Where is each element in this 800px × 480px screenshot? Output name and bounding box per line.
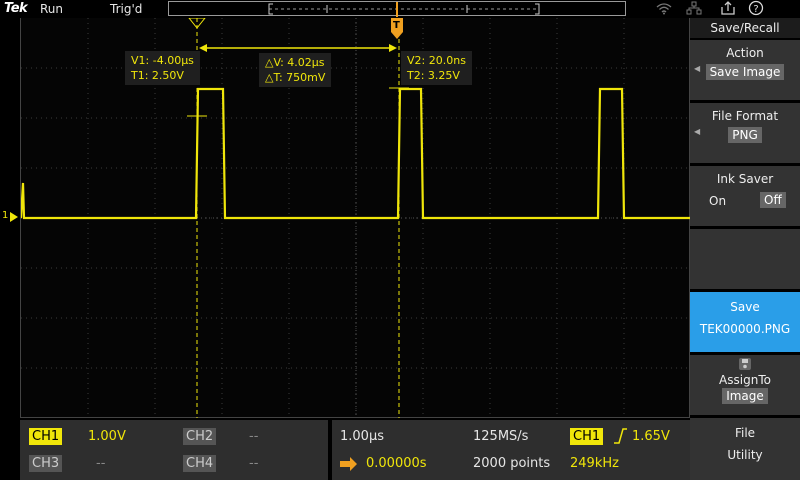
chevron-left-icon: ◀: [694, 64, 701, 73]
ink-saver-on[interactable]: On: [709, 194, 726, 208]
file-format-label: File Format: [711, 109, 779, 123]
svg-text:?: ?: [753, 4, 758, 15]
action-label: Action: [726, 46, 764, 60]
ch3-button[interactable]: CH3: [29, 455, 63, 472]
horizontal-position: 0.00000s: [366, 456, 427, 471]
timebase-scale: 1.00µs: [340, 429, 384, 444]
top-status-bar: Tek Run Trig'd: [0, 0, 690, 18]
save-label: Save: [730, 300, 760, 314]
ch2-scale: --: [249, 429, 259, 444]
empty-menu-slot: [690, 229, 800, 289]
save-filename: TEK00000.PNG: [699, 322, 791, 336]
trigger-position-marker[interactable]: T: [390, 18, 404, 40]
delta-t: △T: 750mV: [265, 71, 326, 84]
delta-arrow-right-head: [389, 44, 397, 52]
delta-arrow-left-head: [199, 44, 207, 52]
ch3-scale: --: [96, 456, 106, 471]
file-format-menu-button[interactable]: ◀ File Format PNG: [690, 103, 800, 163]
network-icon: [686, 1, 702, 18]
save-button[interactable]: Save TEK00000.PNG: [690, 292, 800, 352]
ink-saver-menu-button[interactable]: Ink Saver On Off: [690, 166, 800, 226]
action-menu-button[interactable]: ◀ Action Save Image: [690, 40, 800, 100]
trigger-frequency: 249kHz: [570, 456, 619, 471]
cursor2-horizontal: T2: 3.25V: [407, 69, 460, 82]
chevron-left-icon: ◀: [694, 127, 701, 136]
save-disk-icon: [690, 357, 800, 373]
ch4-button[interactable]: CH4: [183, 455, 217, 472]
bottom-status-bar: CH1 1.00V CH2 -- CH3 -- CH4 -- 1.00µs 12…: [20, 420, 690, 480]
file-format-value: PNG: [728, 127, 762, 143]
ch2-button[interactable]: CH2: [183, 428, 217, 445]
utility-label: Utility: [727, 448, 763, 462]
record-length: 2000 points: [473, 456, 551, 471]
cursor1-vertical: V1: -4.00µs: [131, 54, 194, 67]
sample-rate: 125MS/s: [473, 429, 529, 444]
ch1-button[interactable]: CH1: [29, 428, 63, 445]
file-utility-menu-button[interactable]: File Utility: [690, 418, 800, 480]
cursor2-vertical: V2: 20.0ns: [407, 54, 466, 67]
trigger-source[interactable]: CH1: [570, 428, 604, 445]
record-view[interactable]: [168, 1, 626, 17]
wifi-icon: [656, 1, 672, 18]
horizontal-position-arrow-icon: [340, 456, 358, 475]
delta-readout: △V: 4.02µs △T: 750mV: [259, 53, 332, 87]
help-icon[interactable]: ?: [748, 0, 764, 19]
timebase-panel[interactable]: 1.00µs 125MS/s 0.00000s 2000 points CH1 …: [332, 420, 690, 480]
assign-to-menu-button[interactable]: AssignTo Image: [690, 355, 800, 415]
side-menu-title: Save/Recall: [690, 18, 800, 38]
tek-logo: Tek: [4, 1, 28, 16]
cursor2-readout: V2: 20.0ns T2: 3.25V: [401, 51, 472, 85]
rising-edge-icon: [612, 427, 628, 449]
ink-saver-off[interactable]: Off: [760, 192, 786, 208]
action-value: Save Image: [705, 64, 785, 80]
ch4-scale: --: [249, 456, 259, 471]
ch1-scale: 1.00V: [88, 429, 126, 444]
channel-panel: CH1 1.00V CH2 -- CH3 -- CH4 --: [20, 420, 328, 480]
ink-saver-label: Ink Saver: [716, 172, 774, 186]
assign-to-label: AssignTo: [719, 373, 771, 387]
channel-1-ground-marker[interactable]: 1: [0, 210, 20, 224]
cursor1-readout: V1: -4.00µs T1: 2.50V: [125, 51, 200, 85]
assign-to-value: Image: [722, 388, 768, 404]
cursor1-horizontal: T1: 2.50V: [131, 69, 184, 82]
status-icons: ?: [650, 0, 790, 18]
run-state[interactable]: Run: [40, 2, 63, 16]
file-label: File: [734, 426, 756, 440]
delta-v: △V: 4.02µs: [265, 56, 325, 69]
trigger-level: 1.65V: [632, 429, 670, 444]
trigger-state: Trig'd: [110, 2, 143, 16]
side-menu: Save/Recall ◀ Action Save Image ◀ File F…: [690, 18, 800, 480]
graticule: [21, 18, 691, 418]
usb-export-icon: [720, 1, 736, 18]
waveform-display[interactable]: V1: -4.00µs T1: 2.50V △V: 4.02µs △T: 750…: [20, 18, 691, 418]
record-view-graphic: [268, 2, 540, 17]
